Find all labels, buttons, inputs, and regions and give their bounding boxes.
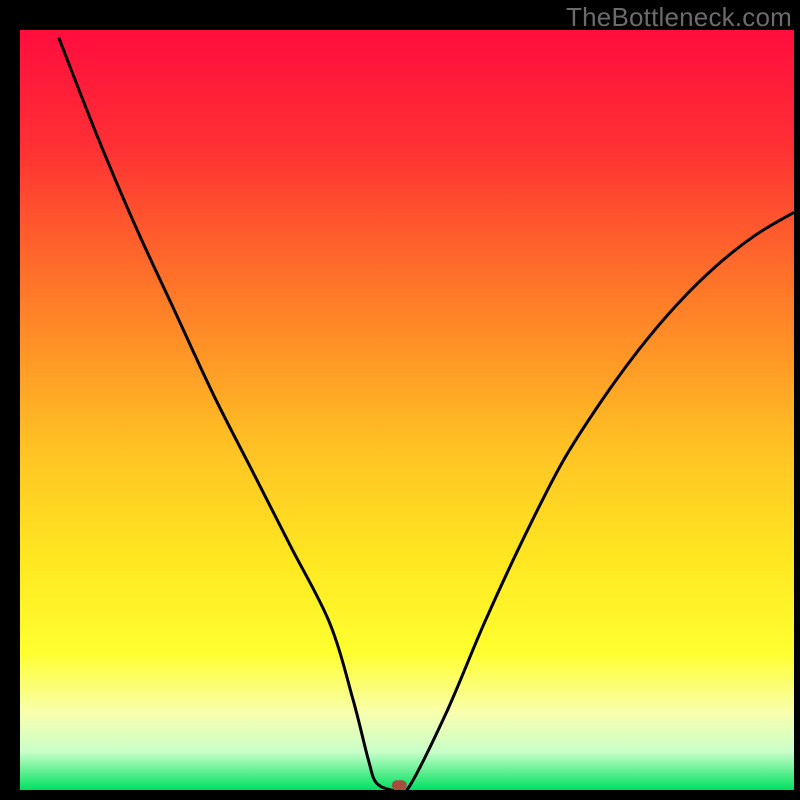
chart-frame: TheBottleneck.com <box>0 0 800 800</box>
plot-svg <box>20 30 794 790</box>
plot-area <box>20 30 794 790</box>
watermark-text: TheBottleneck.com <box>566 2 792 33</box>
optimal-marker <box>392 780 407 790</box>
gradient-background <box>20 30 794 790</box>
